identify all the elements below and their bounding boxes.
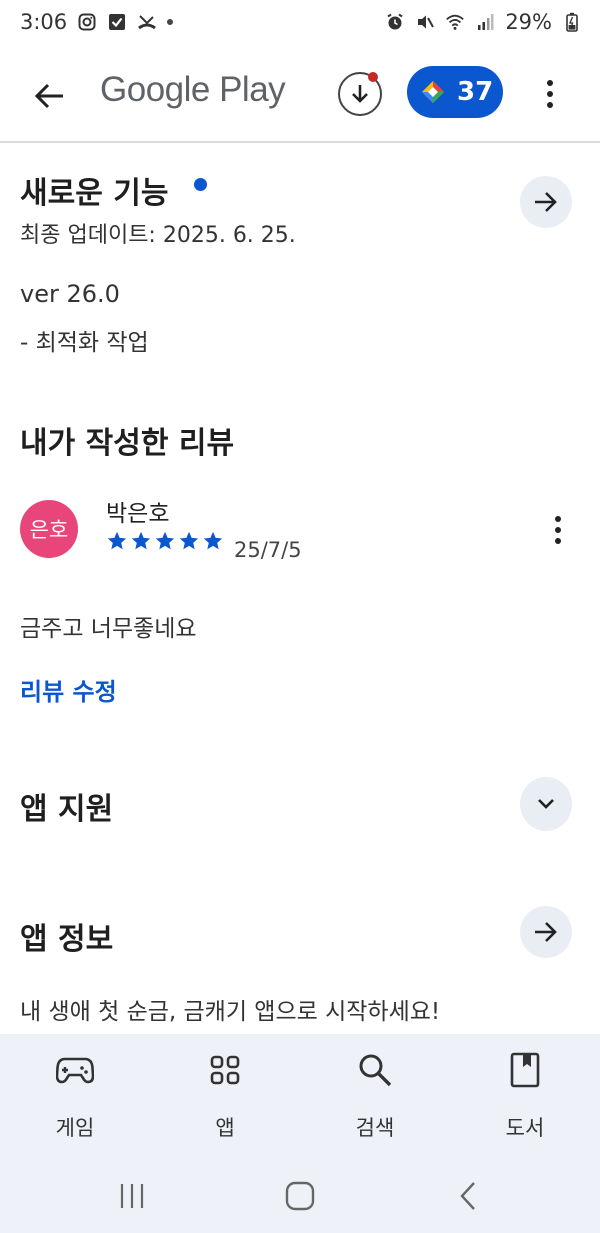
star-rating — [106, 530, 224, 552]
apps-grid-icon — [205, 1050, 245, 1090]
download-icon — [352, 85, 368, 103]
review-text: 금주고 너무좋네요 — [20, 616, 197, 642]
edit-review-link[interactable]: 리뷰 수정 — [20, 672, 117, 707]
book-icon — [505, 1050, 545, 1090]
star-icon — [179, 531, 199, 550]
whats-new-title: 새로운 기능 — [20, 176, 169, 211]
mute-icon — [415, 12, 435, 32]
app-bar-divider — [0, 141, 600, 143]
instagram-icon — [77, 12, 97, 32]
status-bar: 3:06 29% — [0, 0, 600, 44]
back-button[interactable] — [28, 74, 72, 118]
signal-icon — [475, 12, 495, 32]
recent-apps-icon — [120, 1184, 144, 1208]
bottom-navigation: 게임 앱 검색 도서 — [0, 1034, 600, 1164]
play-points-button[interactable]: 37 — [407, 66, 503, 118]
alarm-icon — [385, 12, 405, 32]
nav-label-search: 검색 — [355, 1116, 395, 1140]
app-info-title: 앱 정보 — [20, 922, 114, 957]
checkbox-icon — [107, 12, 127, 32]
nav-label-apps: 앱 — [215, 1116, 235, 1140]
status-time: 3:06 — [20, 10, 68, 34]
chevron-left-icon — [460, 1182, 475, 1210]
app-support-expand-button[interactable] — [520, 777, 572, 831]
nav-item-books[interactable]: 도서 — [470, 1050, 580, 1142]
play-points-count: 37 — [457, 77, 494, 107]
battery-charging-icon — [562, 12, 582, 32]
nav-label-books: 도서 — [505, 1116, 545, 1140]
wifi-icon — [445, 12, 465, 32]
system-navigation — [0, 1164, 600, 1233]
app-title: Google Play — [100, 70, 286, 109]
app-support-title: 앱 지원 — [20, 792, 114, 827]
nav-item-games[interactable]: 게임 — [20, 1050, 130, 1142]
star-icon — [203, 531, 223, 550]
home-button[interactable] — [275, 1176, 325, 1216]
app-bar: Google Play 37 — [0, 44, 600, 140]
nav-label-games: 게임 — [55, 1116, 95, 1140]
notification-dot-icon — [167, 19, 174, 25]
last-updated-text: 최종 업데이트: 2025. 6. 25. — [20, 223, 296, 248]
star-icon — [107, 531, 127, 550]
play-points-icon — [422, 81, 444, 103]
my-review-title: 내가 작성한 리뷰 — [20, 426, 235, 461]
nav-item-search[interactable]: 검색 — [320, 1050, 430, 1142]
release-note-text: - 최적화 작업 — [20, 330, 149, 356]
star-icon — [131, 531, 151, 550]
more-options-button[interactable] — [538, 72, 562, 116]
chevron-down-icon — [538, 799, 554, 809]
new-indicator-dot — [194, 178, 207, 191]
system-back-button[interactable] — [443, 1176, 493, 1216]
arrow-right-icon — [535, 192, 557, 212]
downloads-button[interactable] — [338, 72, 382, 116]
search-icon — [355, 1050, 395, 1090]
avatar: 은호 — [20, 500, 78, 558]
recent-apps-button[interactable] — [107, 1176, 157, 1216]
missed-call-icon — [137, 12, 157, 32]
app-description: 내 생애 첫 순금, 금캐기 앱으로 시작하세요! — [20, 999, 441, 1025]
reviewer-name: 박은호 — [106, 501, 170, 527]
review-more-options-button[interactable] — [546, 508, 570, 552]
more-vert-icon — [555, 516, 561, 522]
nav-item-apps[interactable]: 앱 — [170, 1050, 280, 1142]
download-badge — [368, 72, 378, 82]
whats-new-arrow-button[interactable] — [520, 176, 572, 228]
app-info-arrow-button[interactable] — [520, 906, 572, 958]
home-icon — [285, 1181, 315, 1211]
more-vert-icon — [547, 80, 553, 86]
arrow-left-icon — [34, 83, 63, 109]
version-text: ver 26.0 — [20, 280, 120, 308]
star-icon — [155, 531, 175, 550]
battery-percent: 29% — [505, 10, 552, 34]
gamepad-icon — [55, 1050, 95, 1090]
arrow-right-icon — [535, 922, 557, 942]
review-date: 25/7/5 — [234, 538, 302, 562]
